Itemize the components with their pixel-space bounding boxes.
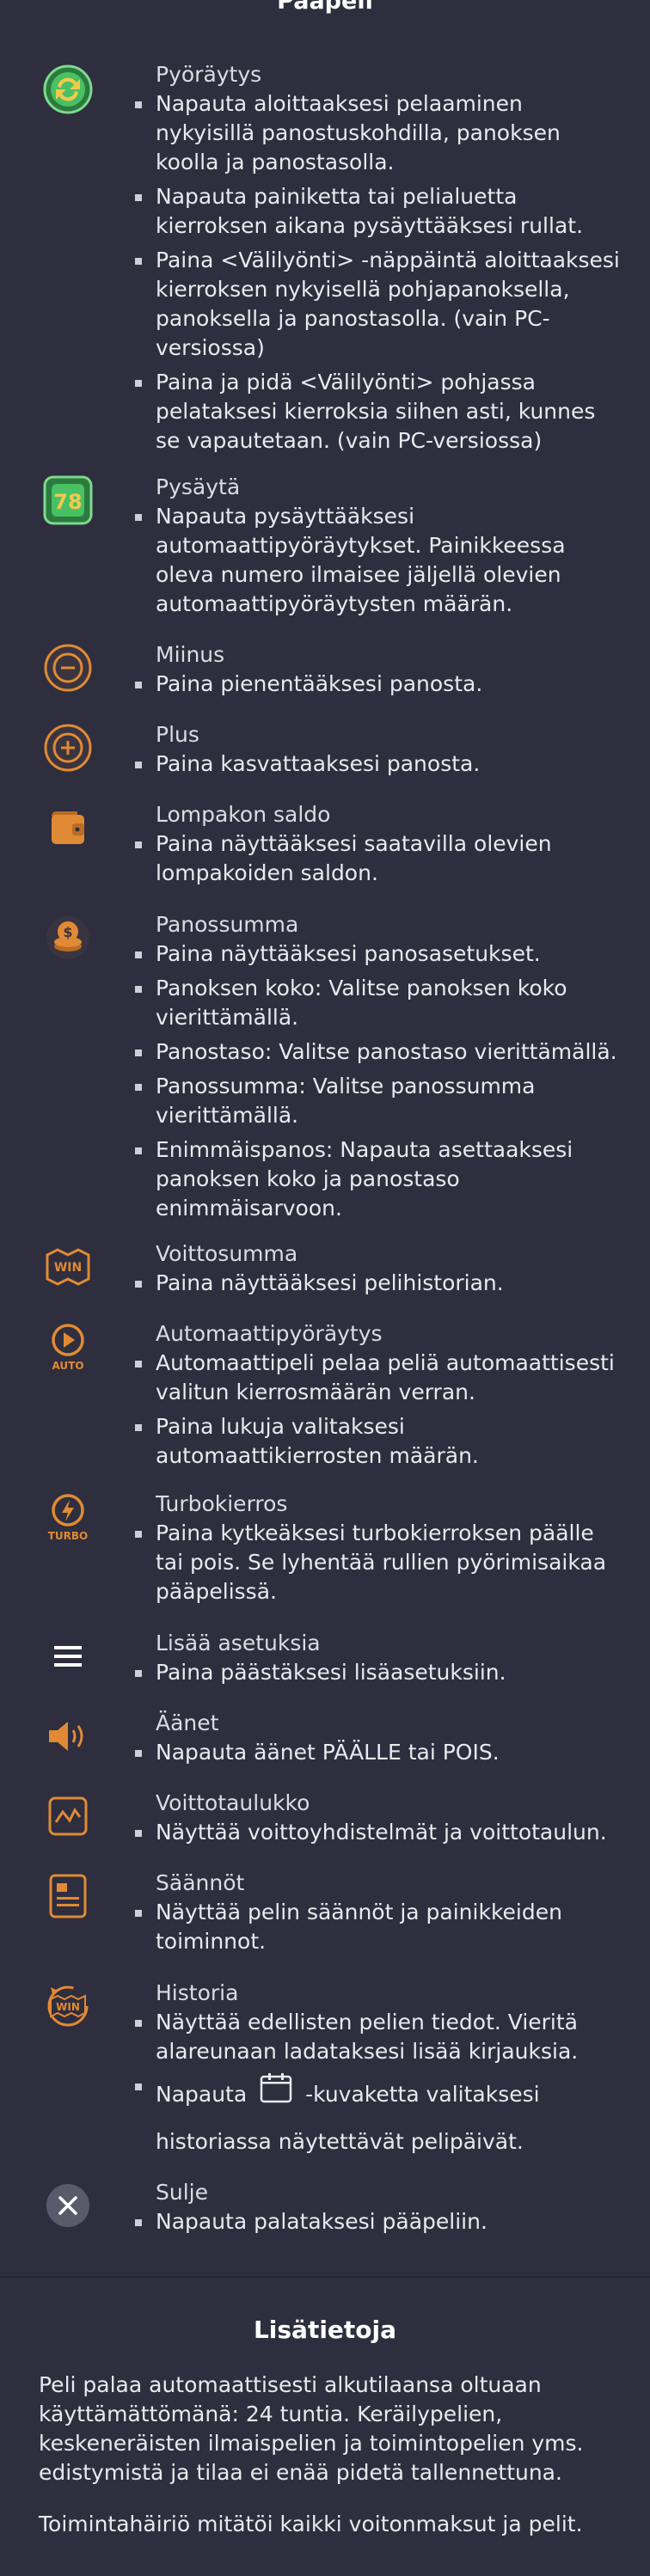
help-item-content: Säännöt Näyttää pelin säännöt ja painikk… xyxy=(135,1869,620,1961)
bullet: Paina näyttääksesi pelihistorian. xyxy=(135,1269,620,1298)
item-title: Turbokierros xyxy=(156,1491,288,1516)
stop-icon-number: 78 xyxy=(53,490,82,514)
stop-icon: 78 xyxy=(40,473,95,528)
bullet: Panossumma: Valitse panossumma vierittäm… xyxy=(135,1072,620,1130)
help-item-content: Sulje Napauta palataksesi pääpeliin. xyxy=(135,2178,620,2242)
bullet: Paina päästäksesi lisäasetuksiin. xyxy=(135,1658,620,1687)
svg-text:TURBO: TURBO xyxy=(48,1530,89,1542)
help-item-content: Voittotaulukko Näyttää voittoyhdistelmät… xyxy=(135,1789,620,1852)
bullet: Enimmäispanos: Napauta asettaaksesi pano… xyxy=(135,1135,620,1223)
turbo-icon: TURBO xyxy=(40,1490,95,1545)
help-item-content: Lompakon saldo Paina näyttääksesi saatav… xyxy=(135,800,620,893)
history-icon: WIN xyxy=(40,1979,95,2034)
help-item-content: Voittosumma Paina näyttääksesi pelihisto… xyxy=(135,1239,620,1303)
item-title: Historia xyxy=(156,1980,239,2005)
calendar-icon xyxy=(259,2071,293,2120)
help-item-content: Pysäytä Napauta pysäyttääksesi automaatt… xyxy=(135,473,620,624)
item-title: Voittotaulukko xyxy=(156,1790,310,1815)
help-item-content: Lisää asetuksia Paina päästäksesi lisäas… xyxy=(135,1629,620,1692)
bullet: Panostaso: Valitse panostaso vierittämäl… xyxy=(135,1037,620,1067)
item-title: Lompakon saldo xyxy=(156,802,331,827)
speaker-icon xyxy=(40,1709,95,1764)
info-paragraph: Peli palaa automaattisesti alkutilaansa … xyxy=(39,2372,584,2485)
bullet: Napauta pysäyttääksesi automaattipyöräyt… xyxy=(135,502,620,619)
item-title: Panossumma xyxy=(156,912,299,937)
bullet: Napauta äänet PÄÄLLE tai POIS. xyxy=(135,1738,620,1767)
rules-icon xyxy=(40,1869,95,1924)
section-divider xyxy=(0,2276,650,2278)
minus-icon xyxy=(40,640,95,695)
bullet: Paina näyttääksesi panosasetukset. xyxy=(135,939,620,969)
info-title: Lisätietoja xyxy=(253,2316,397,2344)
help-item-content: Äänet Napauta äänet PÄÄLLE tai POIS. xyxy=(135,1709,620,1772)
bullet: Näyttää voittoyhdistelmät ja voittotaulu… xyxy=(135,1818,620,1847)
item-title: Pysäytä xyxy=(156,474,241,499)
bullet: Paina pienentääksesi panosta. xyxy=(135,670,620,699)
item-title: Pyöräytys xyxy=(156,62,262,87)
menu-icon xyxy=(40,1629,95,1684)
autoplay-icon: AUTO xyxy=(40,1319,95,1374)
bullet: Paina kytkeäksesi turbokierroksen päälle… xyxy=(135,1519,620,1606)
bullet: Näyttää pelin säännöt ja painikkeiden to… xyxy=(135,1898,620,1956)
bullet: Paina lukuja valitaksesi automaattikierr… xyxy=(135,1412,620,1471)
win-icon: WIN xyxy=(40,1239,95,1294)
item-title: Voittosumma xyxy=(156,1241,298,1266)
svg-text:WIN: WIN xyxy=(54,1261,82,1275)
bullet: Napauta painiketta tai pelialuetta kierr… xyxy=(135,182,620,241)
bullet: Näyttää edellisten pelien tiedot. Vierit… xyxy=(135,2008,620,2066)
item-title: Automaattipyöräytys xyxy=(156,1321,383,1346)
bullet: Panoksen koko: Valitse panoksen koko vie… xyxy=(135,974,620,1032)
item-title: Säännöt xyxy=(156,1870,245,1895)
bullet: Automaattipeli pelaa peliä automaattises… xyxy=(135,1349,620,1407)
svg-text:AUTO: AUTO xyxy=(52,1360,83,1372)
spin-icon xyxy=(40,62,95,117)
help-item-content: Panossumma Paina näyttääksesi panosasetu… xyxy=(135,910,620,1228)
help-item-content: Turbokierros Paina kytkeäksesi turbokier… xyxy=(135,1490,620,1612)
help-item-content: Miinus Paina pienentääksesi panosta. xyxy=(135,640,620,704)
item-title: Miinus xyxy=(156,642,225,667)
close-icon xyxy=(40,2178,95,2233)
help-item-content: Automaattipyöräytys Automaattipeli pelaa… xyxy=(135,1319,620,1476)
bullet-text: Napauta xyxy=(156,2082,248,2107)
bullet: Paina näyttääksesi saatavilla olevien lo… xyxy=(135,829,620,888)
bullet: Napauta aloittaaksesi pelaaminen nykyisi… xyxy=(135,89,620,177)
item-title: Sulje xyxy=(156,2180,208,2205)
bullet: Napauta palataksesi pääpeliin. xyxy=(135,2207,620,2236)
item-title: Äänet xyxy=(156,1710,219,1735)
page-title: Pääpeli xyxy=(277,0,373,15)
wallet-icon xyxy=(40,800,95,855)
svg-text:$: $ xyxy=(63,924,72,940)
item-title: Lisää asetuksia xyxy=(156,1631,321,1655)
bullet: Paina ja pidä <Välilyönti> pohjassa pela… xyxy=(135,368,620,456)
paytable-icon xyxy=(40,1789,95,1844)
bullet: Paina <Välilyönti> -näppäintä aloittaaks… xyxy=(135,246,620,363)
item-title: Plus xyxy=(156,722,199,747)
svg-text:WIN: WIN xyxy=(56,2001,80,2013)
info-paragraph: Toimintahäiriö mitätöi kaikki voitonmaks… xyxy=(39,2512,583,2536)
help-item-content: Pyöräytys Napauta aloittaaksesi pelaamin… xyxy=(135,60,620,461)
help-item-content: Historia Näyttää edellisten pelien tiedo… xyxy=(135,1979,620,2169)
coins-icon: $ xyxy=(40,910,95,965)
bullet: Paina kasvattaaksesi panosta. xyxy=(135,750,620,779)
plus-icon xyxy=(40,720,95,775)
bullet: Napauta -kuvaketta valitaksesi historias… xyxy=(135,2071,620,2164)
help-item-content: Plus Paina kasvattaaksesi panosta. xyxy=(135,720,620,784)
